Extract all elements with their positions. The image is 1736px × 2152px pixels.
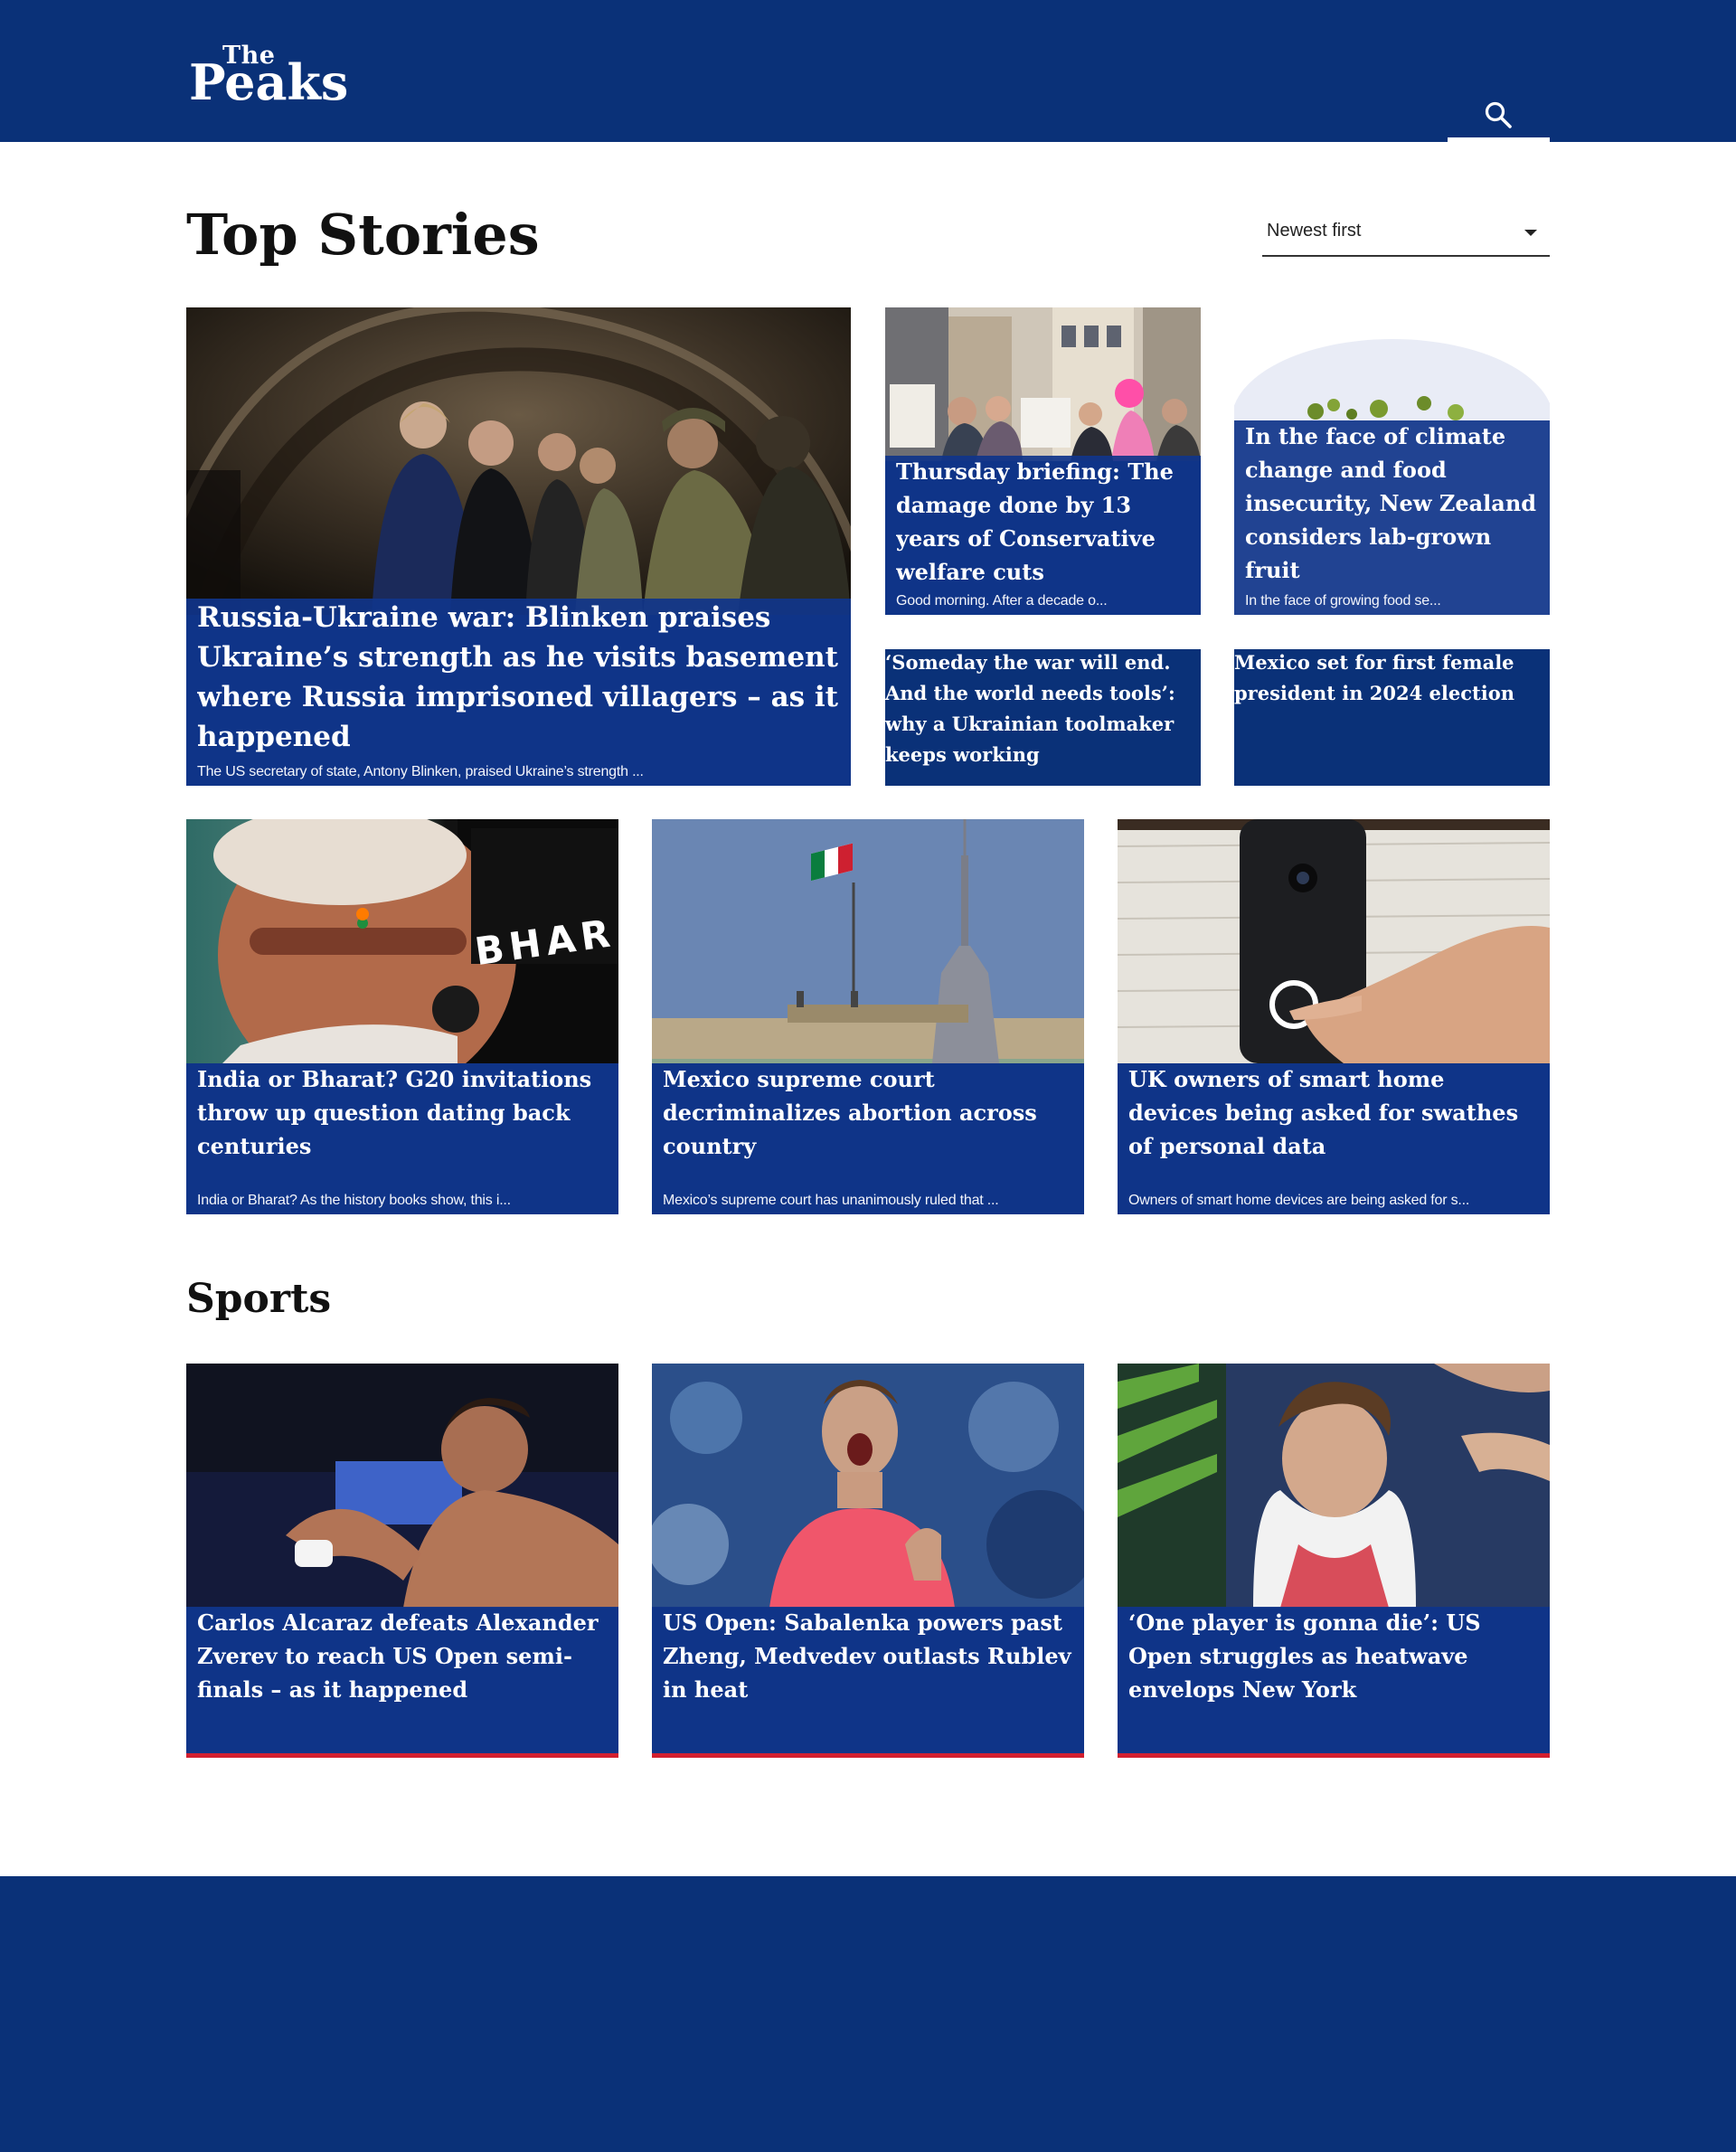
sports-accent-bar xyxy=(652,1753,1084,1758)
story-summary: Owners of smart home devices are being a… xyxy=(1128,1193,1470,1208)
sort-selected-value: Newest first xyxy=(1267,221,1362,241)
story-overlay: Carlos Alcaraz defeats Alexander Zverev … xyxy=(186,1607,618,1758)
story-headline: In the face of climate change and food i… xyxy=(1245,423,1537,583)
site-footer xyxy=(0,1876,1736,2152)
search-active-indicator xyxy=(1448,137,1550,142)
story-overlay: UK owners of smart home devices being as… xyxy=(1118,1063,1550,1214)
story-card[interactable]: ‘Someday the war will end. And the world… xyxy=(885,649,1201,786)
logo-name: Peaks xyxy=(189,53,349,111)
story-image-lab-grown-fruit xyxy=(1234,307,1550,425)
story-summary: India or Bharat? As the history books sh… xyxy=(197,1193,511,1208)
site-header: The Peaks xyxy=(0,0,1736,142)
featured-story-card[interactable]: Russia-Ukraine war: Blinken praises Ukra… xyxy=(186,307,851,786)
story-image-heatwave-player xyxy=(1118,1364,1550,1608)
story-headline: Russia-Ukraine war: Blinken praises Ukra… xyxy=(197,601,839,753)
story-headline: Thursday briefing: The damage done by 13… xyxy=(896,458,1174,585)
story-headline: UK owners of smart home devices being as… xyxy=(1128,1066,1519,1159)
featured-story-overlay: Russia-Ukraine war: Blinken praises Ukra… xyxy=(186,599,851,786)
story-image-modi-bharat: BHAR xyxy=(186,819,618,1063)
story-summary: Good morning. After a decade o... xyxy=(896,593,1108,609)
story-overlay: In the face of climate change and food i… xyxy=(1234,420,1550,615)
story-image-sabalenka xyxy=(652,1364,1084,1608)
sort-dropdown[interactable]: Newest first xyxy=(1262,210,1550,257)
sports-story-card[interactable]: Carlos Alcaraz defeats Alexander Zverev … xyxy=(186,1364,618,1758)
story-headline: Mexico set for first female president in… xyxy=(1234,651,1514,704)
story-card[interactable]: Thursday briefing: The damage done by 13… xyxy=(885,307,1201,615)
story-headline: Mexico supreme court decriminalizes abor… xyxy=(663,1066,1037,1159)
story-headline: India or Bharat? G20 invitations throw u… xyxy=(197,1066,592,1159)
story-overlay: Mexico supreme court decriminalizes abor… xyxy=(652,1063,1084,1214)
sports-accent-bar xyxy=(186,1753,618,1758)
story-card[interactable]: Mexico supreme court decriminalizes abor… xyxy=(652,819,1084,1214)
section-title-sports: Sports xyxy=(186,1276,332,1322)
page-title: Top Stories xyxy=(186,202,540,268)
story-card[interactable]: In the face of climate change and food i… xyxy=(1234,307,1550,615)
sports-story-card[interactable]: ‘One player is gonna die’: US Open strug… xyxy=(1118,1364,1550,1758)
story-overlay: Thursday briefing: The damage done by 13… xyxy=(885,456,1201,615)
story-headline: ‘One player is gonna die’: US Open strug… xyxy=(1128,1609,1481,1703)
story-summary: Mexico’s supreme court has unanimously r… xyxy=(663,1193,999,1208)
story-overlay: ‘One player is gonna die’: US Open strug… xyxy=(1118,1607,1550,1758)
story-overlay: US Open: Sabalenka powers past Zheng, Me… xyxy=(652,1607,1084,1758)
sports-accent-bar xyxy=(1118,1753,1550,1758)
story-image-cabinet-in-basement xyxy=(186,307,851,615)
search-icon xyxy=(1485,101,1512,128)
story-overlay: India or Bharat? G20 invitations throw u… xyxy=(186,1063,618,1214)
story-card[interactable]: UK owners of smart home devices being as… xyxy=(1118,819,1550,1214)
story-card[interactable]: BHAR India or Bharat? G20 invitations th… xyxy=(186,819,618,1214)
story-headline: Carlos Alcaraz defeats Alexander Zverev … xyxy=(197,1609,599,1703)
story-card[interactable]: Mexico set for first female president in… xyxy=(1234,649,1550,786)
story-headline: US Open: Sabalenka powers past Zheng, Me… xyxy=(663,1609,1071,1703)
sports-story-card[interactable]: US Open: Sabalenka powers past Zheng, Me… xyxy=(652,1364,1084,1758)
story-image-protest xyxy=(885,307,1201,461)
search-button[interactable] xyxy=(1448,90,1550,142)
story-headline: ‘Someday the war will end. And the world… xyxy=(885,651,1175,766)
story-image-doorbell xyxy=(1118,819,1550,1063)
story-image-alcaraz xyxy=(186,1364,618,1608)
story-summary: The US secretary of state, Antony Blinke… xyxy=(197,764,644,779)
story-image-mexico-flag xyxy=(652,819,1084,1063)
story-summary: In the face of growing food se... xyxy=(1245,593,1441,609)
caret-down-icon xyxy=(1524,230,1537,236)
